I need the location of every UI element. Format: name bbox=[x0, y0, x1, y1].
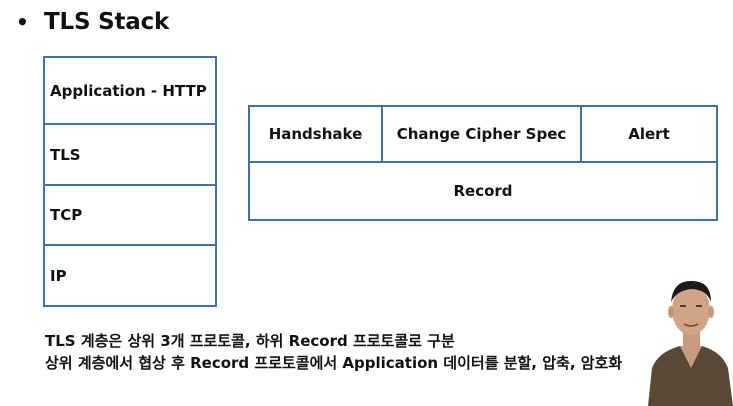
tls-upper-protocols: Handshake Change Cipher Spec Alert bbox=[250, 107, 716, 163]
layer-ip: IP bbox=[50, 266, 67, 285]
protocol-alert: Alert bbox=[628, 125, 670, 143]
caption-line-2: 상위 계층에서 협상 후 Record 프로토콜에서 Application 데… bbox=[45, 354, 623, 372]
presenter-video bbox=[640, 272, 733, 406]
layer-tls: TLS bbox=[45, 125, 215, 186]
network-stack-diagram: Application - HTTP TLS TCP IP bbox=[43, 56, 217, 307]
tls-protocol-diagram: Handshake Change Cipher Spec Alert Recor… bbox=[248, 105, 718, 221]
protocol-handshake: Handshake bbox=[250, 107, 383, 161]
presenter-image bbox=[640, 272, 733, 406]
caption-line-1: TLS 계층은 상위 3개 프로토콜, 하위 Record 프로토콜로 구분 bbox=[45, 332, 455, 350]
slide-title: TLS Stack bbox=[44, 9, 170, 35]
protocol-change-cipher-spec: Change Cipher Spec bbox=[383, 107, 582, 161]
protocol-record: Record bbox=[453, 182, 513, 200]
bullet-point: • bbox=[16, 10, 29, 34]
layer-application: Application - HTTP bbox=[45, 58, 215, 125]
layer-tcp: TCP bbox=[45, 186, 215, 246]
